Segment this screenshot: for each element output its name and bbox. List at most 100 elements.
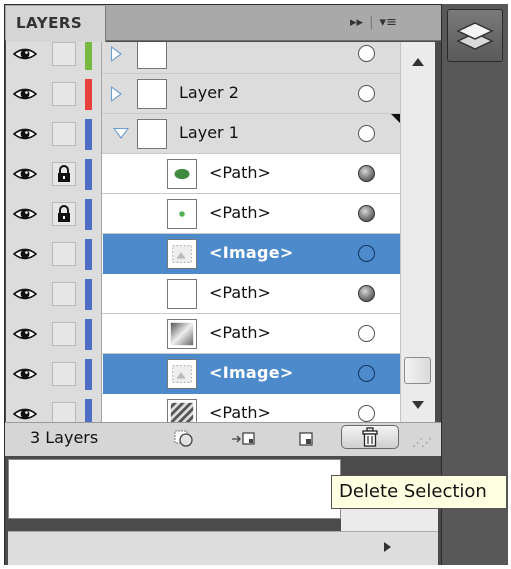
layer-content[interactable] <box>103 42 400 74</box>
target-circle-icon[interactable] <box>358 165 375 182</box>
expand-arrow-icon[interactable] <box>384 542 391 552</box>
layer-content[interactable]: Layer 1 <box>103 114 400 154</box>
layer-visibility-column <box>6 314 102 354</box>
layer-visibility-column <box>6 274 102 314</box>
layer-visibility-column <box>6 114 102 154</box>
layer-row[interactable]: Layer 1 <box>6 114 400 154</box>
lock-toggle[interactable] <box>52 42 76 66</box>
eye-icon[interactable] <box>12 285 38 303</box>
layer-color-bar <box>85 239 92 270</box>
layer-content[interactable]: Layer 2 <box>103 74 400 114</box>
layer-color-bar <box>85 399 92 422</box>
layer-name[interactable]: <Path> <box>209 403 271 422</box>
layer-name[interactable]: Layer 2 <box>179 83 239 102</box>
eye-icon[interactable] <box>12 365 38 383</box>
sublayer-row[interactable]: <Image> <box>6 354 400 394</box>
target-circle-icon[interactable] <box>358 365 375 382</box>
sublayer-row[interactable]: <Path> <box>6 274 400 314</box>
layer-name[interactable]: <Path> <box>209 163 271 182</box>
layer-content[interactable]: <Image> <box>103 234 400 274</box>
new-layer-icon <box>299 432 313 446</box>
layer-content[interactable]: <Path> <box>103 194 400 234</box>
scroll-down-button[interactable] <box>404 395 431 415</box>
lock-toggle[interactable] <box>52 322 76 346</box>
layer-row[interactable]: Layer 2 <box>6 74 400 114</box>
eye-icon[interactable] <box>12 245 38 263</box>
lock-toggle[interactable] <box>52 202 76 226</box>
sublayer-row[interactable]: <Path> <box>6 194 400 234</box>
layer-name[interactable]: <Image> <box>209 363 294 382</box>
layer-content[interactable]: <Path> <box>103 274 400 314</box>
target-circle-icon[interactable] <box>358 125 375 142</box>
eye-icon[interactable] <box>12 45 38 63</box>
create-new-layer-button[interactable] <box>293 428 321 450</box>
disclosure-collapsed-icon[interactable] <box>111 86 122 102</box>
green-oval-thumb <box>167 159 197 189</box>
layer-thumbnail <box>137 79 167 109</box>
lock-toggle[interactable] <box>52 402 76 422</box>
eye-icon[interactable] <box>12 405 38 422</box>
tab-layers[interactable]: LAYERS <box>6 6 106 42</box>
layer-visibility-column <box>6 194 102 234</box>
layer-name[interactable]: <Path> <box>209 283 271 302</box>
disclosure-collapsed-icon[interactable] <box>111 46 122 62</box>
resize-grip[interactable]: ⋰⋰ <box>412 436 432 449</box>
current-layer-indicator <box>391 114 400 123</box>
target-circle-icon[interactable] <box>358 325 375 342</box>
lock-toggle[interactable] <box>52 282 76 306</box>
target-circle-icon[interactable] <box>358 285 375 302</box>
green-dot-thumb <box>167 199 197 229</box>
layers-dock-button[interactable] <box>447 9 503 62</box>
stripes-thumb <box>167 399 197 422</box>
sublayer-row[interactable]: <Path> <box>6 314 400 354</box>
delete-selection-button[interactable] <box>341 425 399 449</box>
sublayer-row[interactable]: <Image> <box>6 234 400 274</box>
layers-list: Layer 2 Layer 1 <Path> <Path> <Image> <Path> <… <box>6 42 400 422</box>
lock-toggle[interactable] <box>52 82 76 106</box>
lower-panel-scrollbar[interactable] <box>341 508 438 531</box>
layer-visibility-column <box>6 154 102 194</box>
eye-icon[interactable] <box>12 325 38 343</box>
collapse-panel-button[interactable]: ▸▸ <box>350 15 363 30</box>
layer-row[interactable] <box>6 42 400 74</box>
panel-menu-button[interactable]: ▾≡ <box>379 15 396 30</box>
lock-toggle[interactable] <box>52 242 76 266</box>
target-circle-icon[interactable] <box>358 245 375 262</box>
delete-selection-tooltip: Delete Selection <box>331 475 507 509</box>
layer-color-bar <box>85 119 92 150</box>
target-circle-icon[interactable] <box>358 205 375 222</box>
sublayer-row[interactable]: <Path> <box>6 394 400 422</box>
eye-icon[interactable] <box>12 85 38 103</box>
layer-thumbnail <box>137 42 167 69</box>
scroll-thumb[interactable] <box>404 357 431 384</box>
layer-name[interactable]: <Path> <box>209 323 271 342</box>
lower-panel-footer <box>8 531 438 565</box>
sublayer-row[interactable]: <Path> <box>6 154 400 194</box>
layer-content[interactable]: <Image> <box>103 354 400 394</box>
eye-icon[interactable] <box>12 205 38 223</box>
create-new-sublayer-button[interactable] <box>230 428 258 450</box>
eye-icon[interactable] <box>12 165 38 183</box>
layer-color-bar <box>85 199 92 230</box>
lock-toggle[interactable] <box>52 362 76 386</box>
target-circle-icon[interactable] <box>358 45 375 62</box>
make-clipping-mask-button[interactable] <box>170 428 198 450</box>
eye-icon[interactable] <box>12 125 38 143</box>
layer-color-bar <box>85 359 92 390</box>
layer-name[interactable]: Layer 1 <box>179 123 239 142</box>
target-circle-icon[interactable] <box>358 85 375 102</box>
layer-name[interactable]: <Image> <box>209 243 294 262</box>
layer-color-bar <box>85 319 92 350</box>
layer-name[interactable]: <Path> <box>209 203 271 222</box>
layer-content[interactable]: <Path> <box>103 314 400 354</box>
layer-visibility-column <box>6 394 102 422</box>
disclosure-expanded-icon[interactable] <box>113 128 129 139</box>
lower-panel-content <box>8 459 341 519</box>
target-circle-icon[interactable] <box>358 405 375 422</box>
lock-toggle[interactable] <box>52 162 76 186</box>
layer-content[interactable]: <Path> <box>103 154 400 194</box>
layer-content[interactable]: <Path> <box>103 394 400 422</box>
layer-visibility-column <box>6 74 102 114</box>
scroll-up-button[interactable] <box>404 52 431 72</box>
lock-toggle[interactable] <box>52 122 76 146</box>
